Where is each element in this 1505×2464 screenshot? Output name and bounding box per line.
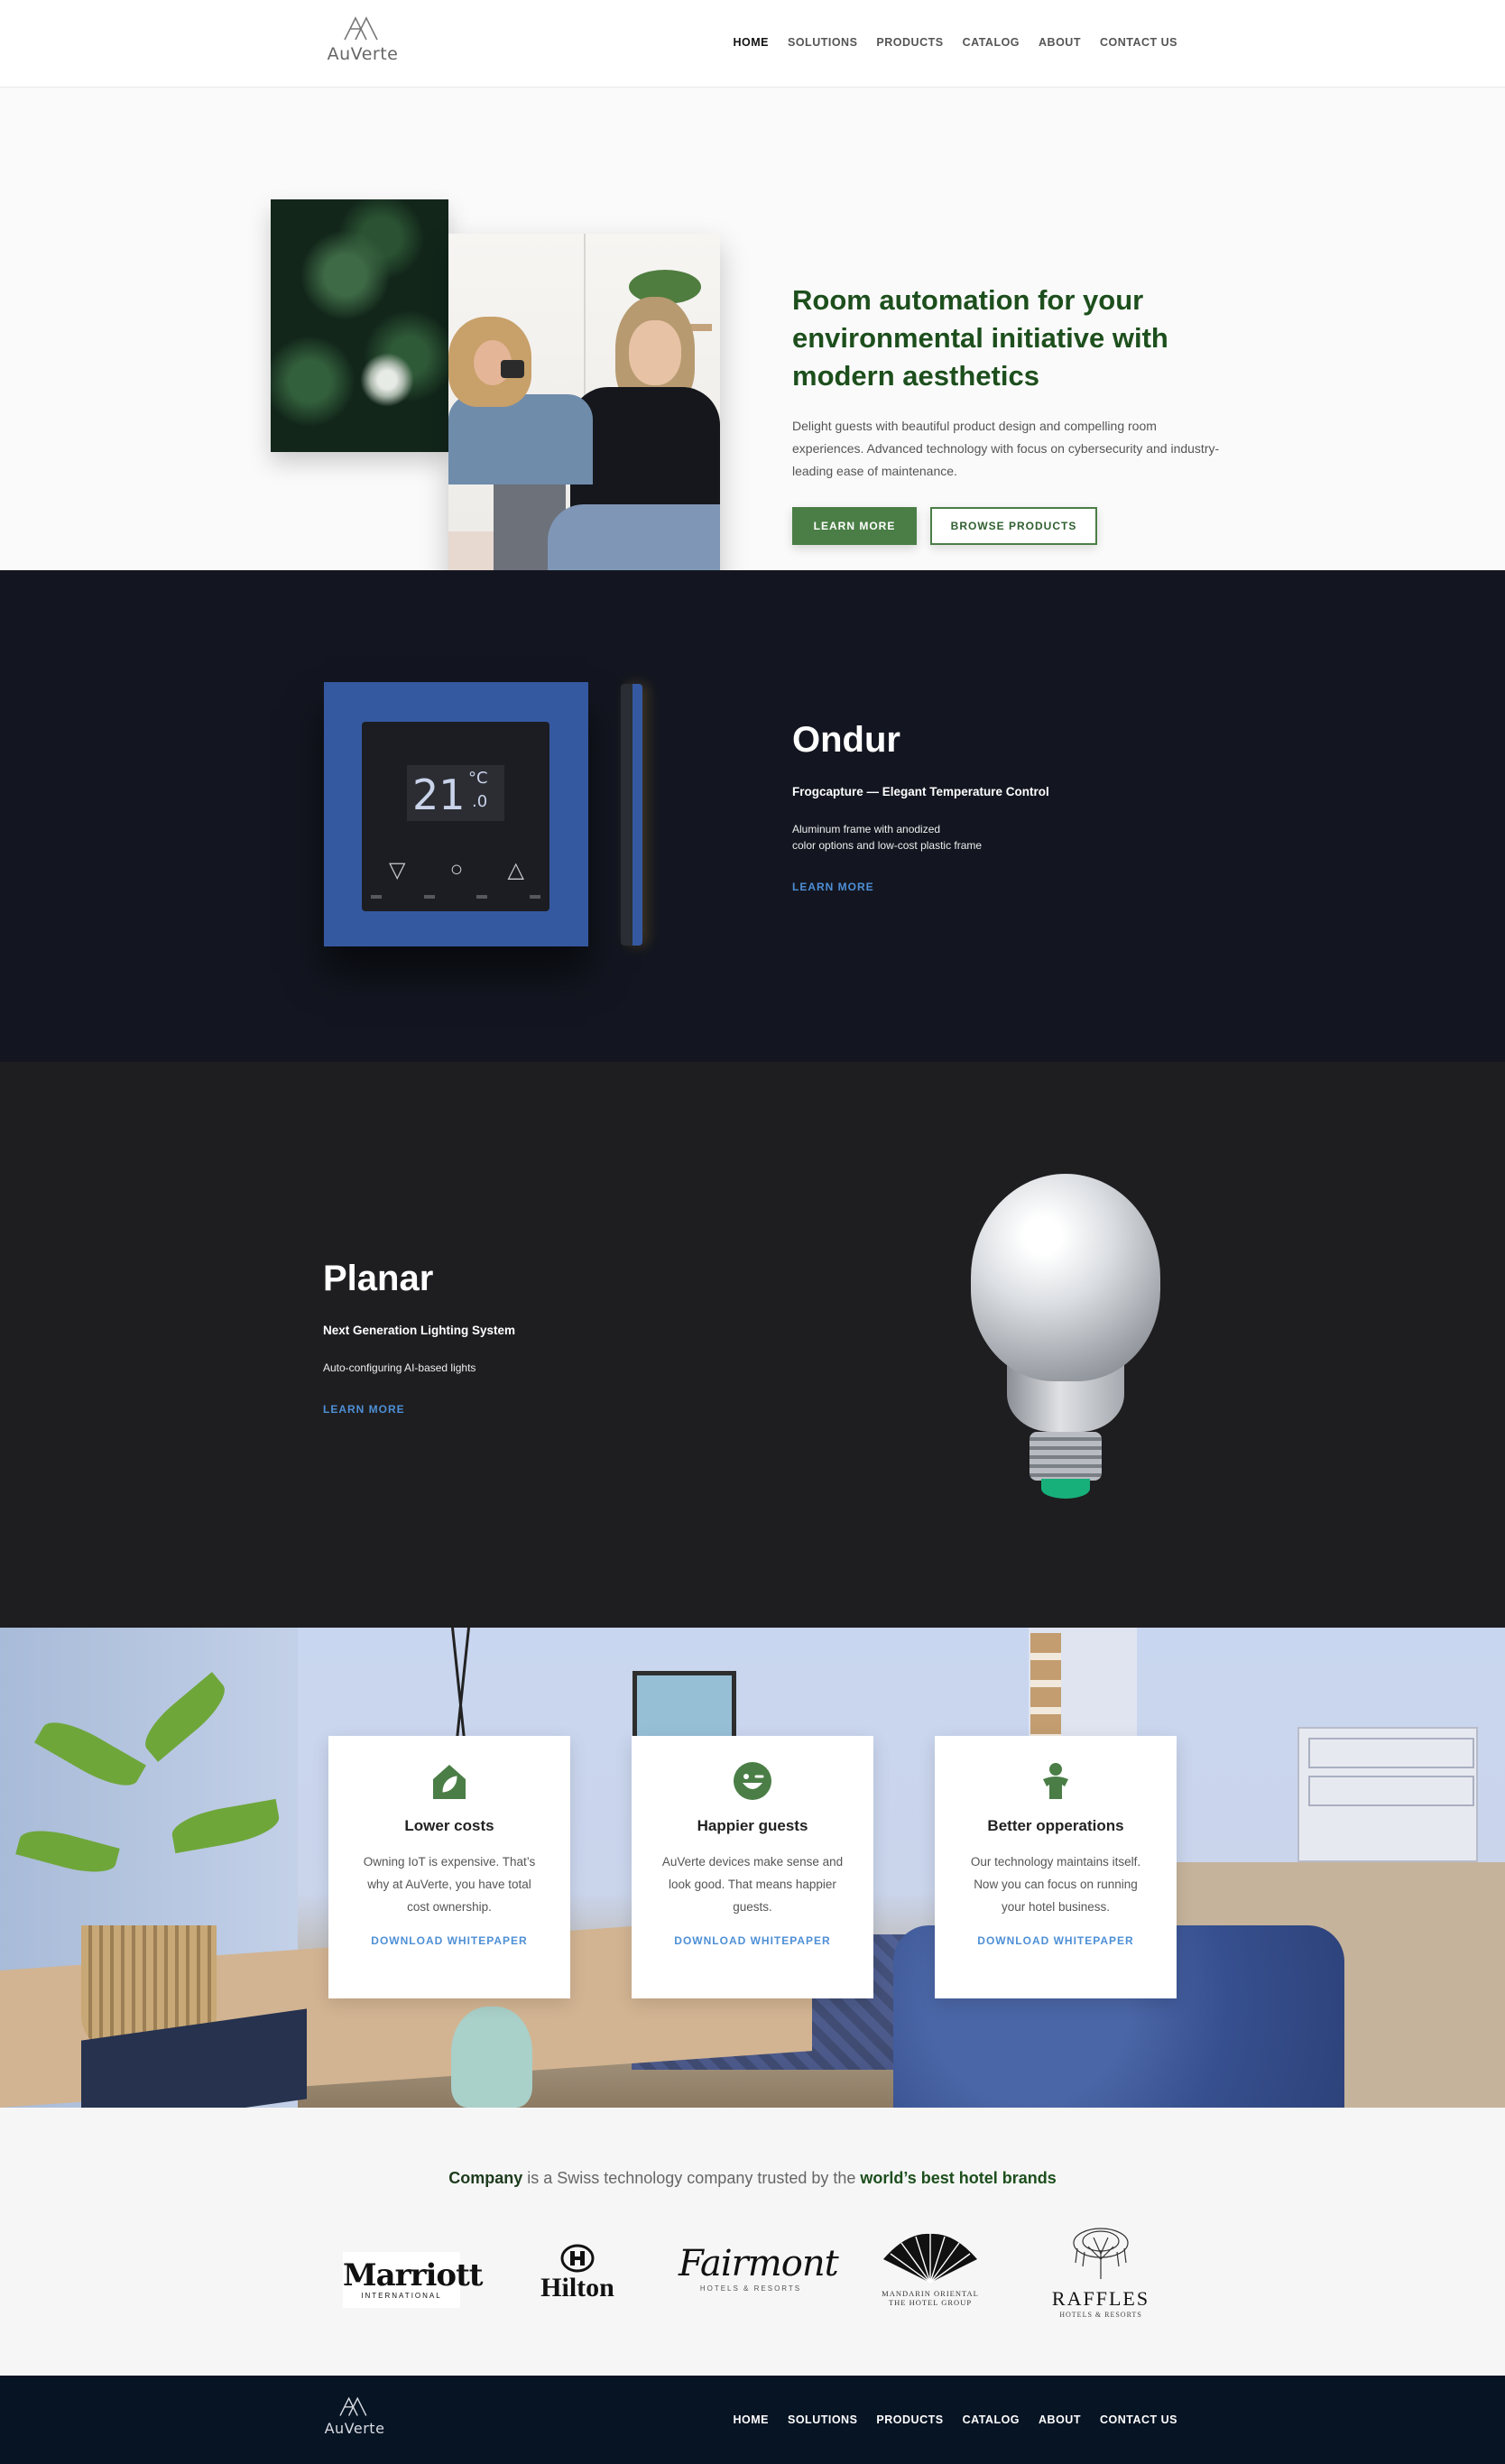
- footer-nav-solutions[interactable]: SOLUTIONS: [788, 2413, 857, 2426]
- hilton-logo: Hilton: [528, 2243, 627, 2303]
- download-whitepaper-link[interactable]: DOWNLOAD WHITEPAPER: [328, 1934, 570, 1947]
- footer-nav-about[interactable]: ABOUT: [1039, 2413, 1081, 2426]
- mandarin-oriental-logo: MANDARIN ORIENTAL THE HOTEL GROUP: [872, 2232, 989, 2307]
- trusted-brands-section: Company is a Swiss technology company tr…: [0, 2108, 1505, 2376]
- planar-learn-more-link[interactable]: LEARN MORE: [323, 1403, 729, 1416]
- power-ring-icon: ○: [449, 857, 464, 881]
- hero-description: Delight guests with beautiful product de…: [792, 419, 1220, 478]
- up-triangle-icon: △: [507, 858, 524, 882]
- trust-statement: Company is a Swiss technology company tr…: [0, 2169, 1505, 2188]
- feature-description: AuVerte devices make sense and look good…: [661, 1855, 844, 1914]
- footer-nav: HOME SOLUTIONS PRODUCTS CATALOG ABOUT CO…: [734, 2413, 1178, 2426]
- hero-title: Room automation for your environmental i…: [792, 284, 1168, 392]
- feature-card: Better opperations Our technology mainta…: [935, 1736, 1177, 1998]
- temperature-value: 21: [412, 771, 466, 819]
- product-planar-section: Planar Next Generation Lighting System A…: [0, 1062, 1505, 1628]
- thermostat-image: 21 °C .0 ▽ ○ △: [324, 682, 588, 946]
- person-icon: [1043, 1763, 1068, 1799]
- marriott-logo: Marriott INTERNATIONAL: [343, 2252, 484, 2308]
- frosted-tree-shape: [360, 353, 414, 407]
- product-title: Planar: [323, 1259, 434, 1298]
- hilton-emblem-icon: [560, 2244, 595, 2273]
- site-header: AuVerte HOME SOLUTIONS PRODUCTS CATALOG …: [0, 0, 1505, 88]
- ondur-learn-more-link[interactable]: LEARN MORE: [792, 881, 1198, 893]
- product-description: Auto-configuring AI-based lights: [323, 1361, 476, 1374]
- brand-name: AuVerte: [327, 44, 399, 64]
- down-triangle-icon: ▽: [389, 858, 406, 882]
- nav-home[interactable]: HOME: [734, 36, 770, 49]
- hero-section: Room automation for your environmental i…: [0, 88, 1505, 600]
- nav-solutions[interactable]: SOLUTIONS: [788, 36, 857, 49]
- trust-middle: is a Swiss technology company trusted by…: [522, 2169, 861, 2187]
- hero-buttons: LEARN MORE BROWSE PRODUCTS: [792, 507, 1225, 545]
- nav-contact-us[interactable]: CONTACT US: [1100, 36, 1177, 49]
- house-leaf-icon: [433, 1765, 466, 1799]
- features-section: Lower costs Owning IoT is expensive. Tha…: [0, 1628, 1505, 2108]
- footer-nav-products[interactable]: PRODUCTS: [876, 2413, 943, 2426]
- trust-emphasis: world’s best hotel brands: [860, 2169, 1057, 2187]
- brand-logo[interactable]: AuVerte: [327, 14, 399, 64]
- feature-title: Lower costs: [404, 1817, 494, 1834]
- download-whitepaper-link[interactable]: DOWNLOAD WHITEPAPER: [632, 1934, 873, 1947]
- trust-company: Company: [448, 2169, 523, 2187]
- footer-nav-contact-us[interactable]: CONTACT US: [1100, 2413, 1177, 2426]
- learn-more-button[interactable]: LEARN MORE: [792, 507, 917, 545]
- mountain-logo-icon: [344, 16, 378, 41]
- ondur-content: Ondur Frogcapture — Elegant Temperature …: [792, 720, 1198, 893]
- fan-emblem-icon: [883, 2233, 977, 2284]
- thermostat-side-view: [621, 684, 642, 946]
- product-title: Ondur: [792, 720, 900, 760]
- browse-products-button[interactable]: BROWSE PRODUCTS: [930, 507, 1097, 545]
- tree-emblem-icon: [1073, 2228, 1129, 2279]
- thermostat-leds: [371, 895, 540, 899]
- smile-wink-icon: [734, 1762, 771, 1800]
- thermostat-screen: 21 °C .0 ▽ ○ △: [362, 722, 549, 911]
- vase-shape: [451, 2007, 532, 2108]
- nav-products[interactable]: PRODUCTS: [876, 36, 943, 49]
- feature-card: Lower costs Owning IoT is expensive. Tha…: [328, 1736, 570, 1998]
- camera-shape: [501, 360, 524, 378]
- product-subtitle: Next Generation Lighting System: [323, 1324, 516, 1337]
- footer-brand-name: AuVerte: [324, 2420, 385, 2437]
- nav-catalog[interactable]: CATALOG: [963, 36, 1020, 49]
- mountain-logo-icon: [339, 2396, 367, 2416]
- footer-nav-catalog[interactable]: CATALOG: [963, 2413, 1020, 2426]
- feature-description: Owning IoT is expensive. That’s why at A…: [363, 1855, 536, 1914]
- temperature-display: 21 °C .0: [407, 765, 504, 821]
- product-subtitle: Frogcapture — Elegant Temperature Contro…: [792, 785, 1049, 798]
- product-ondur-section: 21 °C .0 ▽ ○ △ Ondur Frogcapture — Elega…: [0, 570, 1505, 1062]
- nav-about[interactable]: ABOUT: [1039, 36, 1081, 49]
- feature-description: Our technology maintains itself. Now you…: [970, 1855, 1141, 1914]
- product-description: Aluminum frame with anodized color optio…: [792, 823, 983, 852]
- footer-brand-logo[interactable]: AuVerte: [319, 2395, 391, 2437]
- fairmont-logo: Fairmont HOTELS & RESORTS: [679, 2243, 839, 2293]
- feature-title: Happier guests: [697, 1817, 808, 1834]
- footer-nav-home[interactable]: HOME: [734, 2413, 770, 2426]
- feature-card: Happier guests AuVerte devices make sens…: [632, 1736, 873, 1998]
- feature-title: Better opperations: [987, 1817, 1124, 1834]
- temperature-decimal: .0: [472, 792, 488, 811]
- raffles-logo: RAFFLES HOTELS & RESORTS: [1047, 2227, 1155, 2319]
- dresser-shape: [1297, 1727, 1478, 1862]
- planar-content: Planar Next Generation Lighting System A…: [323, 1259, 729, 1416]
- site-footer: AuVerte HOME SOLUTIONS PRODUCTS CATALOG …: [0, 2376, 1505, 2464]
- temperature-unit: °C: [468, 769, 488, 788]
- hero-content: Room automation for your environmental i…: [792, 281, 1225, 545]
- download-whitepaper-link[interactable]: DOWNLOAD WHITEPAPER: [935, 1934, 1177, 1947]
- main-nav: HOME SOLUTIONS PRODUCTS CATALOG ABOUT CO…: [734, 36, 1178, 49]
- pine-forest-image: [271, 199, 448, 452]
- couple-photo-image: [448, 234, 720, 600]
